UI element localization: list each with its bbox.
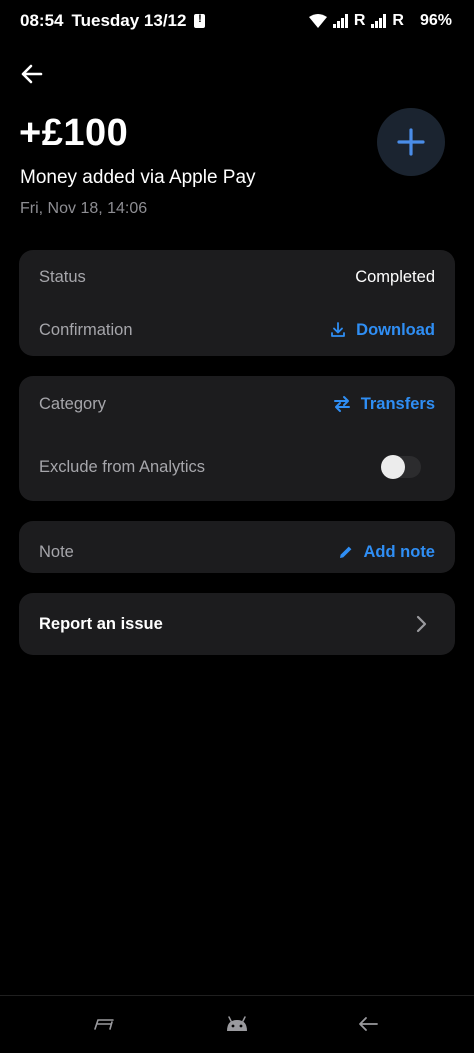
recents-icon [94, 1019, 114, 1030]
pencil-icon [339, 546, 351, 558]
plus-icon [397, 128, 425, 156]
category-value: Transfers [360, 394, 435, 413]
category-label: Category [39, 394, 106, 413]
exclude-analytics-toggle[interactable] [381, 455, 421, 479]
report-issue-label: Report an issue [39, 614, 163, 633]
category-card: Category Transfers Exclude from Analytic… [19, 376, 455, 501]
download-link[interactable]: Download [330, 321, 435, 340]
add-note-label: Add note [363, 542, 436, 561]
status-bar: 08:54 Tuesday 13/12 R R 96% [0, 0, 474, 42]
status-time: 08:54 [20, 11, 64, 30]
swap-arrows-icon [333, 396, 350, 412]
note-label: Note [39, 542, 74, 561]
exclude-analytics-row: Exclude from Analytics [19, 454, 455, 480]
chevron-right-icon [416, 615, 427, 633]
home-button[interactable] [223, 1012, 251, 1036]
android-icon [227, 1016, 247, 1031]
status-left: 08:54 Tuesday 13/12 [20, 11, 206, 31]
roaming-indicator-1: R [353, 12, 366, 29]
note-row: Note Add note [19, 539, 455, 565]
back-button[interactable] [16, 58, 48, 90]
transaction-datetime: Fri, Nov 18, 14:06 [20, 200, 148, 217]
category-value-link[interactable]: Transfers [333, 395, 435, 414]
wifi-icon [308, 14, 327, 28]
add-money-button[interactable] [377, 108, 445, 176]
download-icon [331, 322, 346, 337]
report-issue-card[interactable]: Report an issue [19, 593, 455, 655]
sim-alert-icon [194, 13, 206, 28]
exclude-analytics-label: Exclude from Analytics [39, 457, 205, 476]
status-right: R R 96% [308, 12, 452, 30]
download-label: Download [356, 320, 435, 339]
battery-level: 96% [419, 12, 452, 29]
toggle-knob [381, 455, 405, 479]
status-date: Tuesday 13/12 [71, 11, 187, 30]
transaction-amount: +£100 [19, 112, 129, 154]
confirmation-row: Confirmation Download [19, 317, 455, 343]
status-row: Status Completed [19, 264, 455, 290]
note-card: Note Add note [19, 521, 455, 573]
system-navigation-bar [0, 995, 474, 1053]
recent-apps-button[interactable] [90, 1012, 118, 1036]
report-issue-row[interactable]: Report an issue [19, 611, 455, 637]
signal-icon [332, 14, 348, 28]
roaming-indicator-2: R [392, 12, 404, 29]
confirmation-label: Confirmation [39, 320, 133, 339]
transaction-description: Money added via Apple Pay [20, 167, 256, 188]
status-label: Status [39, 267, 86, 286]
details-card: Status Completed Confirmation Download [19, 250, 455, 356]
arrow-left-icon [21, 64, 43, 84]
signal-icon-2 [371, 14, 387, 28]
add-note-link[interactable]: Add note [338, 542, 436, 562]
status-value: Completed [355, 267, 435, 286]
system-back-button[interactable] [354, 1012, 382, 1036]
back-arrow-icon [359, 1017, 378, 1031]
category-row[interactable]: Category Transfers [19, 391, 455, 417]
